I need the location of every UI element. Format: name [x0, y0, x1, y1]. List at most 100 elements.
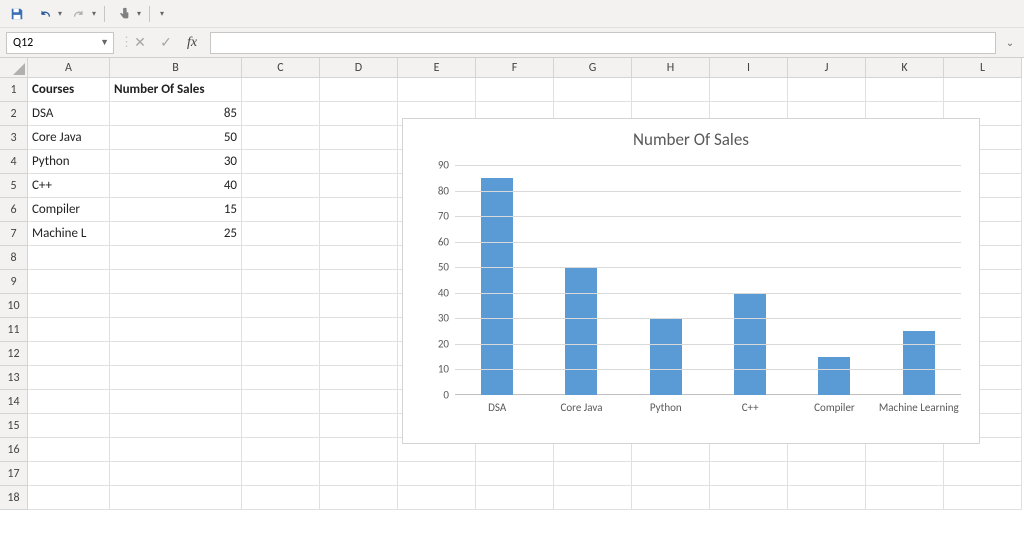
row-header-4[interactable]: 4	[0, 150, 28, 174]
cell[interactable]	[242, 342, 320, 366]
cell[interactable]	[944, 486, 1022, 510]
column-header-L[interactable]: L	[944, 58, 1022, 78]
cell[interactable]	[110, 366, 242, 390]
cell[interactable]	[632, 486, 710, 510]
cell[interactable]	[28, 414, 110, 438]
cell[interactable]: Number Of Sales	[110, 78, 242, 102]
undo-icon[interactable]	[34, 3, 56, 25]
cell[interactable]	[320, 270, 398, 294]
cell[interactable]	[28, 390, 110, 414]
cell[interactable]	[632, 78, 710, 102]
cell[interactable]	[242, 222, 320, 246]
cell[interactable]	[242, 486, 320, 510]
row-header-11[interactable]: 11	[0, 318, 28, 342]
column-header-F[interactable]: F	[476, 58, 554, 78]
cell[interactable]	[242, 318, 320, 342]
row-header-8[interactable]: 8	[0, 246, 28, 270]
cell[interactable]	[398, 78, 476, 102]
column-header-J[interactable]: J	[788, 58, 866, 78]
cell[interactable]: 30	[110, 150, 242, 174]
cell[interactable]: Compiler	[28, 198, 110, 222]
undo-dropdown-icon[interactable]: ▾	[58, 9, 62, 19]
expand-formula-icon[interactable]: ⌄	[1002, 36, 1018, 49]
row-header-13[interactable]: 13	[0, 366, 28, 390]
column-header-A[interactable]: A	[28, 58, 110, 78]
cell[interactable]	[28, 294, 110, 318]
cell[interactable]	[398, 462, 476, 486]
cell[interactable]	[110, 270, 242, 294]
customize-qat-icon[interactable]: ▾	[160, 9, 164, 19]
cell[interactable]	[242, 366, 320, 390]
cell[interactable]	[398, 486, 476, 510]
fx-icon[interactable]: fx	[180, 32, 204, 54]
cell[interactable]	[320, 174, 398, 198]
cell[interactable]	[242, 198, 320, 222]
cell[interactable]	[944, 462, 1022, 486]
bar[interactable]	[650, 318, 682, 395]
cell[interactable]	[944, 78, 1022, 102]
cell[interactable]	[320, 150, 398, 174]
cell[interactable]	[110, 462, 242, 486]
cell[interactable]	[320, 222, 398, 246]
cell[interactable]	[28, 246, 110, 270]
cell[interactable]	[242, 246, 320, 270]
cell[interactable]	[110, 342, 242, 366]
cell[interactable]	[554, 78, 632, 102]
cell[interactable]	[866, 462, 944, 486]
cell[interactable]	[476, 78, 554, 102]
cell[interactable]	[554, 486, 632, 510]
cell[interactable]: Python	[28, 150, 110, 174]
cell[interactable]: C++	[28, 174, 110, 198]
row-header-9[interactable]: 9	[0, 270, 28, 294]
column-header-E[interactable]: E	[398, 58, 476, 78]
cell[interactable]	[710, 462, 788, 486]
cell[interactable]	[320, 414, 398, 438]
cell[interactable]	[710, 486, 788, 510]
save-icon[interactable]	[6, 3, 28, 25]
cell[interactable]	[110, 486, 242, 510]
cell[interactable]	[320, 438, 398, 462]
redo-icon[interactable]	[68, 3, 90, 25]
redo-dropdown-icon[interactable]: ▾	[92, 9, 96, 19]
cell[interactable]	[242, 462, 320, 486]
column-header-G[interactable]: G	[554, 58, 632, 78]
cell[interactable]: 40	[110, 174, 242, 198]
name-box[interactable]: Q12 ▼	[6, 32, 114, 54]
column-header-I[interactable]: I	[710, 58, 788, 78]
cell[interactable]	[110, 390, 242, 414]
cell[interactable]	[632, 462, 710, 486]
cell[interactable]	[320, 462, 398, 486]
bar[interactable]	[818, 357, 850, 395]
cell[interactable]	[320, 366, 398, 390]
cell[interactable]	[320, 342, 398, 366]
cell[interactable]: 15	[110, 198, 242, 222]
cell[interactable]	[320, 198, 398, 222]
column-header-D[interactable]: D	[320, 58, 398, 78]
cell[interactable]: Core Java	[28, 126, 110, 150]
cell[interactable]	[242, 150, 320, 174]
cell[interactable]	[866, 78, 944, 102]
cell[interactable]	[242, 438, 320, 462]
row-header-14[interactable]: 14	[0, 390, 28, 414]
cell[interactable]	[110, 246, 242, 270]
enter-icon[interactable]: ✓	[154, 32, 178, 54]
cell[interactable]	[28, 366, 110, 390]
cell[interactable]	[320, 102, 398, 126]
touch-dropdown-icon[interactable]: ▾	[137, 9, 141, 19]
cell[interactable]	[242, 294, 320, 318]
cell[interactable]	[28, 462, 110, 486]
cell[interactable]	[788, 78, 866, 102]
cell[interactable]	[710, 78, 788, 102]
cell[interactable]	[28, 318, 110, 342]
row-header-10[interactable]: 10	[0, 294, 28, 318]
chart[interactable]: Number Of Sales DSACore JavaPythonC++Com…	[402, 118, 980, 444]
column-header-C[interactable]: C	[242, 58, 320, 78]
cell[interactable]	[110, 438, 242, 462]
cell[interactable]	[242, 174, 320, 198]
bar[interactable]	[903, 331, 935, 395]
cell[interactable]	[866, 486, 944, 510]
cell[interactable]	[242, 414, 320, 438]
row-header-2[interactable]: 2	[0, 102, 28, 126]
cell[interactable]	[320, 390, 398, 414]
cell[interactable]	[320, 294, 398, 318]
